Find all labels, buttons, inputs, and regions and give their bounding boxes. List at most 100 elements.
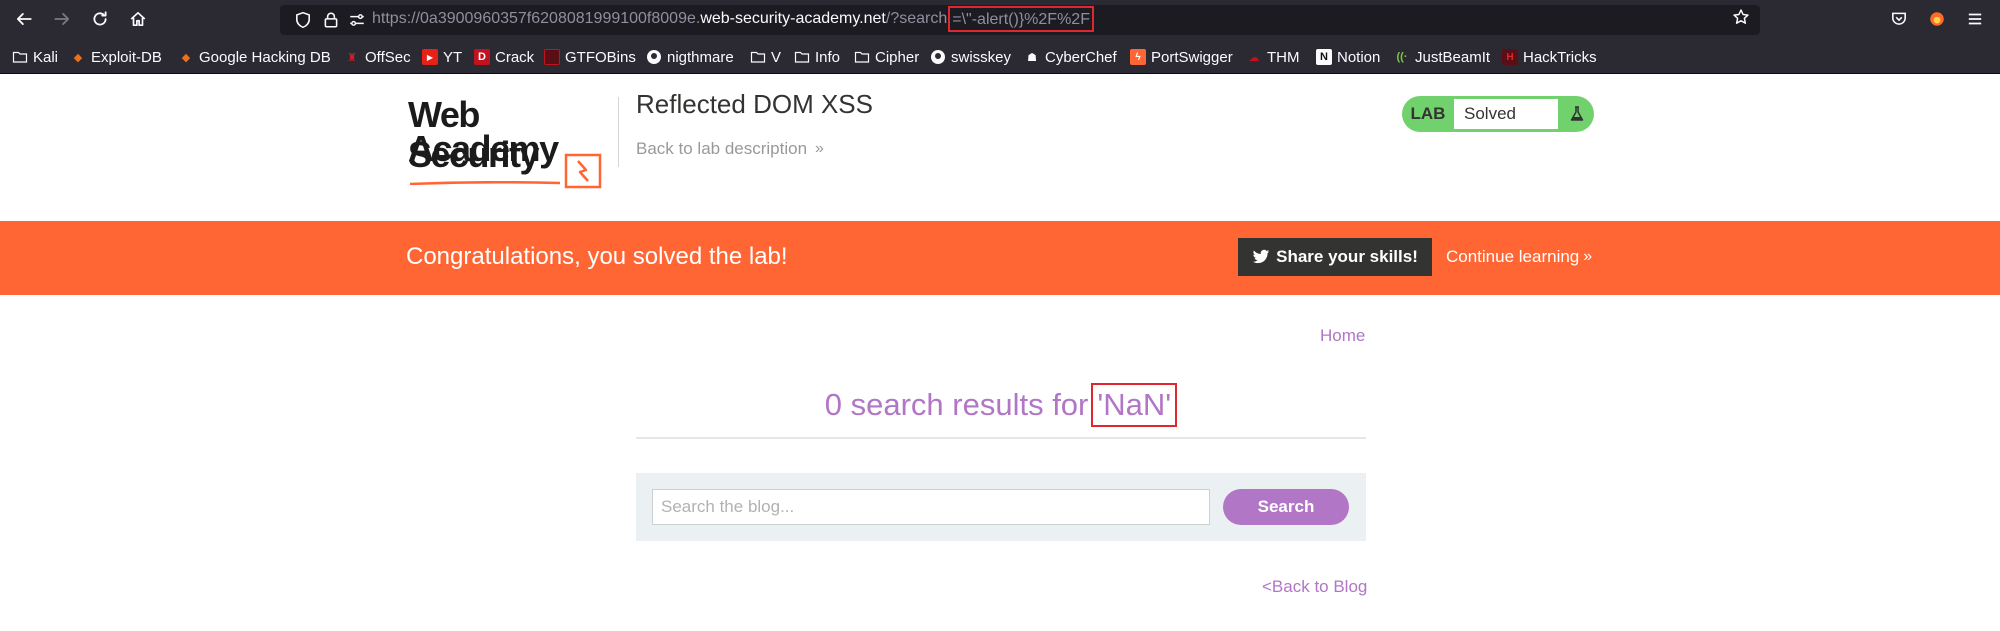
bookmark-cipher[interactable]: Cipher: [854, 47, 919, 67]
bookmark-info[interactable]: Info: [794, 47, 840, 67]
double-chevron-right-icon: »: [1583, 248, 1593, 265]
results-prefix: 0 search results for: [824, 387, 1089, 422]
results-term-highlight: 'NaN': [1091, 383, 1178, 427]
gtfobins-icon: [544, 49, 560, 65]
cyberchef-icon: ☗: [1027, 51, 1037, 64]
back-to-lab-description-link[interactable]: Back to lab description »: [636, 139, 824, 159]
permissions-icon[interactable]: [348, 11, 366, 29]
bookmark-label: swisskey: [951, 48, 1012, 66]
logo-bolt-icon: [564, 153, 602, 189]
bookmark-swisskey[interactable]: swisskey: [930, 47, 1011, 67]
bookmark-label: Kali: [33, 48, 59, 66]
bookmark-label: Exploit-DB: [91, 48, 162, 66]
share-skills-label: Share your skills!: [1276, 247, 1418, 266]
youtube-icon: ▶: [422, 49, 438, 65]
lab-status-text: Solved: [1454, 99, 1558, 129]
bookmark-label: YT: [443, 48, 463, 66]
bookmark-label: HackTricks: [1523, 48, 1597, 66]
shield-icon[interactable]: [294, 11, 312, 29]
bookmark-label: Crack: [495, 48, 535, 66]
url-prefix: https://0a3900960357f6208081999100f8009e…: [372, 10, 701, 27]
crack-icon: D: [474, 49, 490, 65]
bookmark-exploit-db[interactable]: ◆ Exploit-DB: [70, 47, 162, 67]
bookmark-portswigger[interactable]: ϟ PortSwigger: [1130, 47, 1233, 67]
share-skills-button[interactable]: Share your skills!: [1238, 238, 1432, 276]
bookmark-label: V: [771, 48, 782, 66]
bookmark-label: OffSec: [365, 48, 411, 66]
bookmark-label: Google Hacking DB: [199, 48, 331, 66]
bookmark-hacktricks[interactable]: H HackTricks: [1502, 47, 1597, 67]
web-security-academy-logo[interactable]: Web Security Academy: [408, 95, 608, 189]
back-to-blog-link[interactable]: <Back to Blog: [1262, 577, 1367, 597]
bookmarks-bar: Kali ◆ Exploit-DB ◆ Google Hacking DB ♜ Off…: [0, 38, 2000, 74]
extension-icon[interactable]: [1928, 10, 1946, 28]
continue-learning-link[interactable]: Continue learning »: [1446, 247, 1592, 267]
url-text[interactable]: https://0a3900960357f6208081999100f8009e…: [372, 6, 1094, 32]
folder-icon: [12, 49, 28, 65]
bookmark-label: THM: [1267, 48, 1300, 66]
bookmark-yt[interactable]: ▶ YT: [422, 47, 462, 67]
home-link[interactable]: Home: [1320, 326, 1365, 346]
github-icon: [646, 49, 662, 65]
bookmark-label: JustBeamIt: [1415, 48, 1491, 66]
bookmark-v[interactable]: V: [750, 47, 781, 67]
thm-icon: ☁: [1248, 51, 1260, 64]
back-to-lab-description-label: Back to lab description: [636, 139, 808, 158]
ghdb-icon: ◆: [181, 51, 191, 64]
bookmark-label: GTFOBins: [565, 48, 636, 66]
pocket-icon[interactable]: [1890, 10, 1908, 28]
header-divider: [618, 97, 619, 167]
github-icon: [930, 49, 946, 65]
bookmark-crack[interactable]: D Crack: [474, 47, 534, 67]
bookmark-offsec[interactable]: ♜ OffSec: [344, 47, 411, 67]
url-bar[interactable]: https://0a3900960357f6208081999100f8009e…: [280, 5, 1760, 35]
flask-icon: [1560, 96, 1594, 132]
bookmark-label: PortSwigger: [1151, 48, 1233, 66]
double-chevron-right-icon: »: [815, 140, 824, 157]
folder-icon: [854, 49, 870, 65]
congratulations-banner: Congratulations, you solved the lab! Sha…: [0, 221, 2000, 295]
page-content: Web Security Academy Reflected DOM XSS B…: [0, 75, 2000, 631]
results-divider: [636, 437, 1366, 439]
folder-icon: [750, 49, 766, 65]
bookmark-ghdb[interactable]: ◆ Google Hacking DB: [178, 47, 331, 67]
bookmark-label: Cipher: [875, 48, 920, 66]
reload-icon[interactable]: [88, 7, 112, 31]
bookmark-nigthmare[interactable]: nigthmare: [646, 47, 734, 67]
bookmark-label: CyberChef: [1045, 48, 1117, 66]
banner-message: Congratulations, you solved the lab!: [406, 243, 788, 270]
bookmark-notion[interactable]: N Notion: [1316, 47, 1380, 67]
lab-badge-label: LAB: [1410, 104, 1446, 123]
search-input[interactable]: Search the blog...: [652, 489, 1210, 525]
lab-title: Reflected DOM XSS: [636, 89, 873, 119]
bookmark-cyberchef[interactable]: ☗ CyberChef: [1024, 47, 1117, 67]
portswigger-icon: ϟ: [1130, 49, 1146, 65]
back-arrow-icon[interactable]: [12, 7, 36, 31]
offsec-icon: ♜: [347, 51, 357, 64]
bookmark-kali[interactable]: Kali: [12, 47, 58, 67]
forward-arrow-icon[interactable]: [50, 7, 74, 31]
folder-icon: [794, 49, 810, 65]
bookmark-label: Info: [815, 48, 841, 66]
bookmark-star-icon[interactable]: [1732, 8, 1750, 26]
search-button[interactable]: Search: [1223, 489, 1349, 525]
bookmark-thm[interactable]: ☁ THM: [1246, 47, 1300, 67]
bookmark-gtfobins[interactable]: GTFOBins: [544, 47, 636, 67]
twitter-icon: [1252, 249, 1270, 264]
justbeamit-icon: ((·: [1396, 51, 1408, 63]
menu-icon[interactable]: [1966, 10, 1984, 28]
home-icon[interactable]: [126, 7, 150, 31]
lock-icon[interactable]: [322, 11, 340, 29]
bookmark-justbeamit[interactable]: ((· JustBeamIt: [1394, 47, 1491, 67]
search-results-heading: 0 search results for 'NaN': [636, 383, 1366, 427]
notion-icon: N: [1316, 49, 1332, 65]
url-payload-highlight: =\"-alert()}%2F%2F: [948, 6, 1094, 32]
browser-toolbar: https://0a3900960357f6208081999100f8009e…: [0, 0, 2000, 38]
blog-search-form: Search the blog... Search: [636, 473, 1366, 541]
hacktricks-icon: H: [1502, 49, 1518, 65]
url-domain: web-security-academy.net: [700, 10, 886, 27]
bookmark-label: Notion: [1337, 48, 1381, 66]
logo-underline-icon: [410, 181, 560, 185]
exploitdb-icon: ◆: [73, 51, 83, 64]
logo-line2: Academy: [408, 128, 559, 169]
